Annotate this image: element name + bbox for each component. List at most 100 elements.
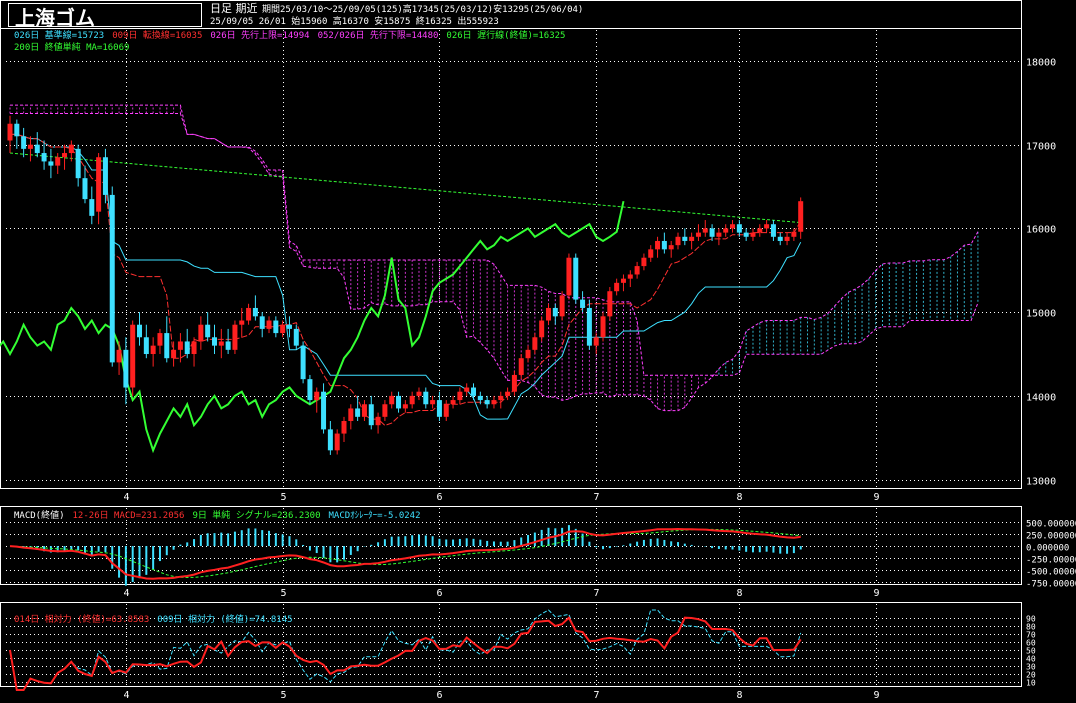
candle-body xyxy=(600,316,606,338)
candle-body xyxy=(505,391,511,396)
candle-body xyxy=(143,337,149,355)
candle-body xyxy=(423,391,429,405)
candle-body xyxy=(464,387,470,392)
chart-canvas: 13000 14000 15000 16000 17000 18000 4 4 4 5 5 5 6 6 6 7… xyxy=(0,0,1076,701)
candle-body xyxy=(457,391,463,401)
month-tick-label: 4 xyxy=(124,690,130,701)
candle-body xyxy=(286,324,292,329)
candle-body xyxy=(300,345,306,380)
candle-body xyxy=(736,224,742,233)
candle-body xyxy=(239,320,245,325)
candle-body xyxy=(75,148,81,179)
candle-body xyxy=(675,236,681,246)
candle-body xyxy=(709,228,715,237)
candle-body xyxy=(580,299,586,308)
candle-body xyxy=(27,144,33,149)
candle-body xyxy=(62,153,68,158)
candle-body xyxy=(552,307,558,317)
period-label: 日足 期近 xyxy=(210,2,258,15)
candle-body xyxy=(116,349,122,363)
candle-body xyxy=(314,391,320,401)
candle-body xyxy=(668,245,674,250)
macd-tick-label: 500.000000 xyxy=(1026,520,1076,530)
macd-legend: MACD(終値) 12-26日 MACD=231.2056 9日 単純 シグナル=2… xyxy=(14,509,421,521)
candle-body xyxy=(525,349,531,359)
main-legend-item: 026日 基準線=15723 xyxy=(14,29,104,41)
last-bar-info: 25/09/05 26/01 始15960 高16370 安15875 終163… xyxy=(210,15,499,27)
candle-body xyxy=(164,333,170,359)
candle-body xyxy=(389,395,395,405)
candle-body xyxy=(41,153,47,162)
main-legend-item: 026日 遅行線(終値)=16325 xyxy=(446,29,565,41)
candle-body xyxy=(682,236,688,241)
candle-body xyxy=(368,404,374,426)
candle-body xyxy=(402,404,408,409)
candle-body xyxy=(491,400,497,405)
period-info: 期間25/03/10〜25/09/05(125)高17345(25/03/12)… xyxy=(262,3,583,15)
month-tick-label: 5 xyxy=(281,588,287,599)
candle-body xyxy=(689,236,695,241)
candle-body xyxy=(545,307,551,321)
candle-body xyxy=(137,324,143,338)
candle-body xyxy=(55,157,61,166)
candle-body xyxy=(259,316,265,329)
candle-body xyxy=(661,240,667,250)
main-legend: 026日 基準線=15723 009日 転換線=16035 026日 先行上限=14… xyxy=(14,29,565,41)
month-tick-label: 8 xyxy=(737,588,743,599)
candle-body xyxy=(130,324,136,388)
macd-tick-label: -250.00000 xyxy=(1026,556,1076,566)
rsi-legend-item: 009日 相対力 (終値)=74.8145 xyxy=(157,613,292,625)
macd-tick-label: -750.00000 xyxy=(1026,580,1076,590)
month-tick-label: 7 xyxy=(594,690,600,701)
candle-body xyxy=(211,337,217,346)
candle-body xyxy=(96,157,102,212)
main-legend-item: 009日 転換線=16035 xyxy=(112,29,202,41)
candle-body xyxy=(716,232,722,237)
candle-body xyxy=(620,278,626,283)
macd-legend-item: 9日 単純 シグナル=236.2300 xyxy=(192,509,320,521)
candle-body xyxy=(471,387,477,396)
candle-body xyxy=(539,320,545,338)
candle-body xyxy=(307,379,313,401)
candle-body xyxy=(743,232,749,237)
candle-body xyxy=(770,224,776,237)
candle-body xyxy=(702,228,708,233)
candle-body xyxy=(764,224,770,229)
rsi-legend: 014日 相対力 (終値)=63.8583 009日 相対力 (終値)=74.81… xyxy=(14,613,293,625)
chikou-line xyxy=(0,200,625,454)
candle-body xyxy=(518,358,524,375)
month-tick-label: 8 xyxy=(737,690,743,701)
month-tick-label: 6 xyxy=(437,492,443,503)
candle-body xyxy=(375,416,381,426)
candle-body xyxy=(641,257,647,267)
candle-body xyxy=(757,228,763,233)
candle-body xyxy=(48,161,54,166)
candle-body xyxy=(627,274,633,279)
candle-body xyxy=(321,391,327,430)
month-tick-label: 5 xyxy=(281,690,287,701)
macd-tick-label: -500.00000 xyxy=(1026,568,1076,578)
candle-body xyxy=(511,374,517,392)
month-tick-label: 4 xyxy=(124,492,130,503)
candle-body xyxy=(750,232,756,237)
candle-body xyxy=(798,201,804,232)
macd-legend-item: MACDｵｼﾚｰﾀｰ=-5.0242 xyxy=(329,510,421,521)
candle-body xyxy=(723,228,729,233)
candle-body xyxy=(205,324,211,338)
candle-body xyxy=(777,236,783,241)
candle-body xyxy=(593,337,599,346)
candle-body xyxy=(177,341,183,350)
panel-frame-3 xyxy=(0,602,1022,687)
month-tick-label: 6 xyxy=(437,588,443,599)
month-tick-label: 7 xyxy=(594,588,600,599)
candle-body xyxy=(293,328,299,346)
month-tick-label: 8 xyxy=(737,492,743,503)
main-legend-item: 026日 先行上限=14994 xyxy=(210,29,309,41)
candle-body xyxy=(348,408,354,422)
candle-body xyxy=(607,291,613,317)
month-tick-label: 9 xyxy=(874,690,880,701)
candle-body xyxy=(559,295,565,317)
candle-body xyxy=(171,349,177,359)
candle-body xyxy=(355,408,361,417)
senkou-span-b-line xyxy=(10,104,979,376)
